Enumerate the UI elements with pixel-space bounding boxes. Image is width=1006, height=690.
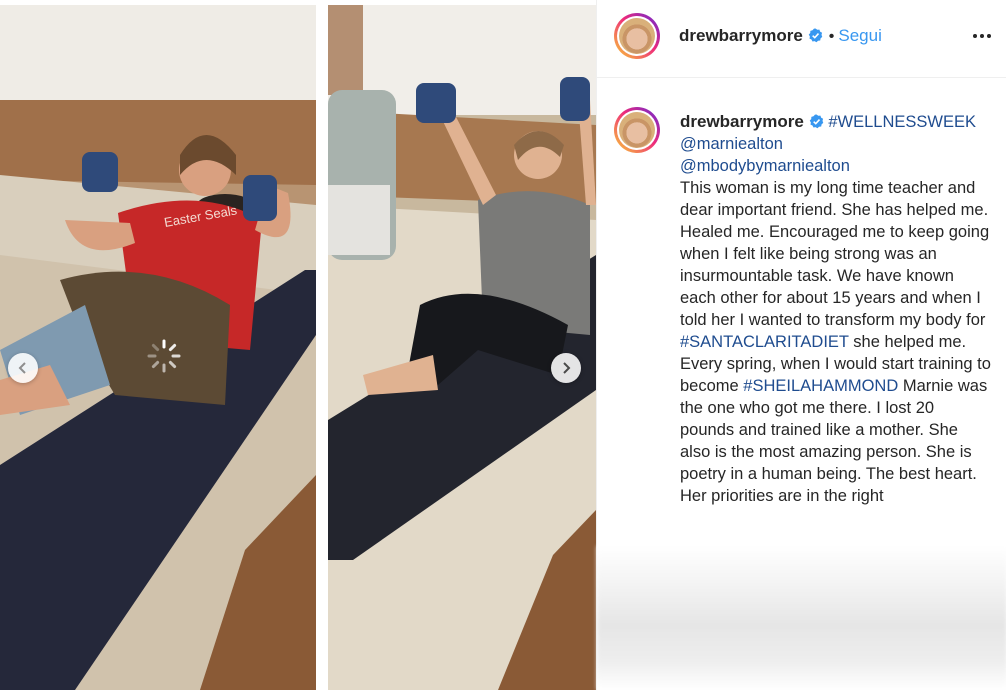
- verified-badge-icon: [808, 28, 823, 43]
- caption-text-part-3: Marnie was the one who got me there. I l…: [680, 377, 988, 505]
- chevron-right-icon: [563, 362, 571, 374]
- follow-button[interactable]: Segui: [838, 26, 881, 45]
- mention-marniealton[interactable]: @marniealton: [680, 135, 783, 153]
- avatar[interactable]: [614, 13, 660, 59]
- hashtag-wellnessweek[interactable]: #WELLNESSWEEK: [828, 113, 976, 131]
- carousel-next-button[interactable]: [551, 353, 581, 383]
- header-user-line: drewbarrymore • Segui: [679, 26, 882, 46]
- carousel-prev-button[interactable]: [8, 353, 38, 383]
- caption-username[interactable]: drewbarrymore: [680, 112, 804, 131]
- caption-text-part-1: This woman is my long time teacher and d…: [680, 179, 990, 329]
- mention-mbodybymarniealton[interactable]: @mbodybymarniealton: [680, 157, 850, 175]
- loading-spinner-icon: [147, 339, 181, 373]
- hashtag-sheilahammond[interactable]: #SHEILAHAMMOND: [743, 377, 898, 395]
- profile-picture: [619, 18, 655, 54]
- post-header: drewbarrymore • Segui: [597, 0, 1006, 78]
- caption-profile-picture: [619, 112, 655, 148]
- photo-divider: [316, 0, 328, 690]
- verified-badge-icon: [809, 114, 824, 129]
- post-photo-right: [328, 5, 596, 690]
- header-separator: •: [828, 28, 835, 45]
- blurred-overlay: [597, 546, 1006, 690]
- post-media-carousel[interactable]: Easter Seals: [0, 0, 596, 690]
- chevron-left-icon: [18, 362, 26, 374]
- hashtag-santaclaritadiet[interactable]: #SANTACLARITADIET: [680, 333, 849, 351]
- caption-avatar[interactable]: [614, 107, 660, 153]
- header-username[interactable]: drewbarrymore: [679, 26, 803, 45]
- post-side-panel: drewbarrymore • Segui drewbarrymore #WELLN…: [596, 0, 1006, 690]
- post-caption: drewbarrymore #WELLNESSWEEK @marniealton…: [680, 111, 992, 507]
- more-options-icon[interactable]: [973, 26, 995, 46]
